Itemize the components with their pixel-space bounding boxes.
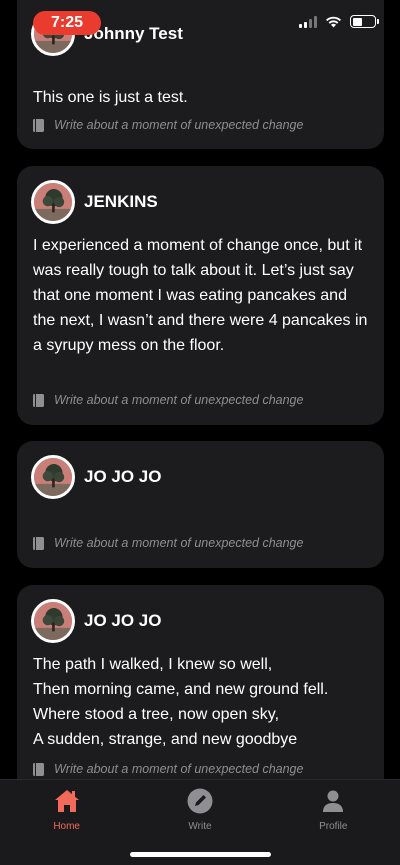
post-body: This one is just a test.: [33, 89, 188, 106]
post-prompt: Write about a moment of unexpected chang…: [33, 393, 303, 407]
book-icon: [33, 118, 44, 132]
battery-icon: [350, 15, 379, 28]
avatar[interactable]: [31, 455, 75, 499]
home-indicator[interactable]: [130, 852, 271, 857]
poem-line: Then morning came, and new ground fell.: [33, 681, 329, 698]
screen: 7:25 Johnny Test This one is just a test…: [0, 0, 400, 865]
prompt-text: Write about a moment of unexpected chang…: [54, 536, 304, 550]
post-header: JO JO JO: [31, 599, 161, 643]
prompt-text: Write about a moment of unexpected chang…: [54, 762, 304, 776]
post-body: The path I walked, I knew so well, Then …: [33, 652, 368, 752]
avatar[interactable]: [31, 599, 75, 643]
post-card[interactable]: JENKINS I experienced a moment of change…: [17, 166, 384, 425]
post-header: JENKINS: [31, 180, 158, 224]
post-prompt: Write about a moment of unexpected chang…: [33, 536, 303, 550]
avatar-image-icon: [34, 602, 72, 640]
author-name: JENKINS: [84, 192, 158, 211]
post-card[interactable]: JO JO JO The path I walked, I knew so we…: [17, 585, 384, 795]
avatar-image-icon: [34, 458, 72, 496]
status-time[interactable]: 7:25: [33, 11, 101, 35]
author-name: JO JO JO: [84, 467, 162, 486]
post-prompt: Write about a moment of unexpected chang…: [33, 762, 303, 776]
poem-line: The path I walked, I knew so well,: [33, 656, 273, 673]
tab-profile[interactable]: Profile: [273, 780, 393, 865]
poem-line: A sudden, strange, and new goodbye: [33, 731, 298, 748]
person-icon: [323, 790, 344, 812]
wifi-icon: [326, 16, 341, 27]
book-icon: [33, 393, 44, 407]
post-prompt: Write about a moment of unexpected chang…: [33, 118, 303, 132]
avatar[interactable]: [31, 180, 75, 224]
tab-home[interactable]: Home: [7, 780, 127, 865]
poem-line: Where stood a tree, now open sky,: [33, 706, 280, 723]
tab-label: Profile: [319, 821, 348, 832]
avatar-image-icon: [34, 183, 72, 221]
pencil-icon: [187, 788, 213, 814]
status-bar: 7:25: [0, 0, 400, 44]
book-icon: [33, 536, 44, 550]
book-icon: [33, 762, 44, 776]
tab-label: Write: [188, 821, 212, 832]
prompt-text: Write about a moment of unexpected chang…: [54, 393, 304, 407]
status-icons: [299, 15, 379, 28]
prompt-text: Write about a moment of unexpected chang…: [54, 118, 304, 132]
post-header: JO JO JO: [31, 455, 161, 499]
tab-label: Home: [53, 821, 80, 832]
post-card[interactable]: JO JO JO Write about a moment of unexpec…: [17, 441, 384, 568]
cellular-signal-icon: [299, 15, 317, 28]
post-body: I experienced a moment of change once, b…: [33, 237, 368, 354]
home-icon: [54, 790, 79, 812]
author-name: JO JO JO: [84, 611, 162, 630]
